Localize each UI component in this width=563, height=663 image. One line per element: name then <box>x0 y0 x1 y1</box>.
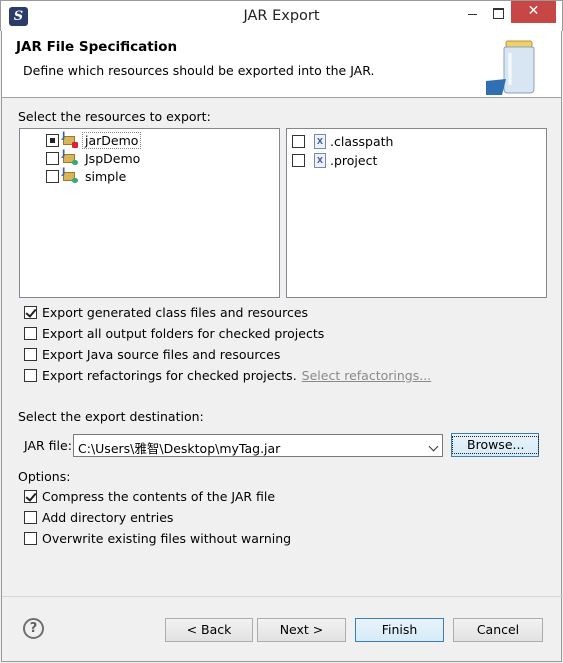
wizard-body: Select the resources to export: J jarDem… <box>1 98 563 662</box>
jar-file-label: JAR file: <box>24 438 72 453</box>
project-label: jarDemo <box>82 131 142 149</box>
project-label: simple <box>85 168 127 184</box>
back-button[interactable]: < Back <box>165 618 253 642</box>
java-project-icon: J <box>62 149 78 166</box>
tree-item-simple[interactable]: J simple <box>46 167 126 185</box>
project-checkbox[interactable] <box>46 151 59 165</box>
help-icon[interactable]: ? <box>23 618 44 639</box>
select-refactorings-link[interactable]: Select refactorings... <box>302 368 431 383</box>
project-checkbox[interactable] <box>46 169 59 183</box>
close-button[interactable]: ✕ <box>511 1 556 23</box>
resources-label: Select the resources to export: <box>18 109 211 124</box>
checkbox[interactable] <box>24 489 37 503</box>
file-label: .project <box>330 152 378 168</box>
options-label: Options: <box>18 469 71 484</box>
option-label: Add directory entries <box>42 509 174 525</box>
jar-wizard-icon <box>486 40 535 95</box>
xml-file-icon: X <box>314 152 326 168</box>
export-class-files-option[interactable]: Export generated class files and resourc… <box>24 303 308 321</box>
checkbox[interactable] <box>24 305 37 319</box>
file-label: .classpath <box>330 133 394 149</box>
chevron-down-icon[interactable] <box>428 441 439 452</box>
page-title: JAR File Specification <box>16 39 178 55</box>
jar-file-value: C:\Users\雅智\Desktop\myTag.jar <box>78 441 281 456</box>
project-tree[interactable]: J jarDemo J JspDemo J simple <box>19 128 280 298</box>
browse-label: Browse... <box>452 436 540 454</box>
java-project-icon: J <box>62 131 78 148</box>
project-label: JspDemo <box>85 150 141 166</box>
jar-file-combo[interactable]: C:\Users\雅智\Desktop\myTag.jar <box>73 434 443 457</box>
checkbox[interactable] <box>24 326 37 340</box>
file-item-classpath[interactable]: X .classpath <box>292 132 393 150</box>
option-label: Compress the contents of the JAR file <box>42 488 276 504</box>
directory-entries-option[interactable]: Add directory entries <box>24 508 173 526</box>
wizard-header: JAR File Specification Define which reso… <box>1 31 562 98</box>
option-label: Export all output folders for checked pr… <box>42 325 325 341</box>
file-list[interactable]: X .classpath X .project <box>286 128 547 298</box>
next-button[interactable]: Next > <box>257 618 346 642</box>
checkbox[interactable] <box>24 347 37 361</box>
option-label: Export generated class files and resourc… <box>42 304 309 320</box>
tree-item-jspdemo[interactable]: J JspDemo <box>46 149 140 167</box>
compress-option[interactable]: Compress the contents of the JAR file <box>24 487 275 505</box>
file-checkbox[interactable] <box>292 153 305 167</box>
option-label: Overwrite existing files without warning <box>42 530 292 546</box>
option-label: Export Java source files and resources <box>42 346 281 362</box>
cancel-button[interactable]: Cancel <box>453 618 543 642</box>
file-checkbox[interactable] <box>292 134 305 148</box>
minimize-button[interactable] <box>460 1 484 23</box>
xml-file-icon: X <box>314 133 326 149</box>
export-refactorings-option[interactable]: Export refactorings for checked projects… <box>24 366 431 384</box>
footer-separator <box>2 596 563 597</box>
finish-button[interactable]: Finish <box>355 618 444 642</box>
option-label: Export refactorings for checked projects… <box>42 367 297 383</box>
tree-item-jardemo[interactable]: J jarDemo <box>46 131 142 149</box>
checkbox[interactable] <box>24 510 37 524</box>
destination-label: Select the export destination: <box>18 409 204 424</box>
maximize-button[interactable] <box>486 1 510 23</box>
export-source-files-option[interactable]: Export Java source files and resources <box>24 345 280 363</box>
page-description: Define which resources should be exporte… <box>23 63 375 78</box>
checkbox[interactable] <box>24 368 37 382</box>
checkbox[interactable] <box>24 531 37 545</box>
project-checkbox[interactable] <box>46 133 59 147</box>
export-output-folders-option[interactable]: Export all output folders for checked pr… <box>24 324 324 342</box>
title-bar: S JAR Export ✕ <box>0 0 563 31</box>
browse-button[interactable]: Browse... <box>451 433 540 457</box>
overwrite-option[interactable]: Overwrite existing files without warning <box>24 529 291 547</box>
file-item-project[interactable]: X .project <box>292 151 377 169</box>
java-project-icon: J <box>62 167 78 184</box>
